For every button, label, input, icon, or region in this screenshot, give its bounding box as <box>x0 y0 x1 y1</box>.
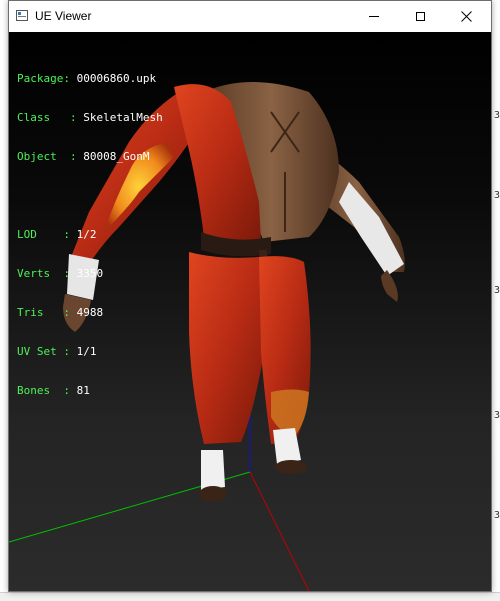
lod-line: LOD : 1/2 <box>17 228 97 241</box>
maximize-button[interactable] <box>397 1 443 32</box>
bones-value: 81 <box>76 384 90 397</box>
object-line: Object : 80008_GonM <box>17 150 150 163</box>
title-bar[interactable]: UE Viewer <box>9 1 491 32</box>
verts-value: 3350 <box>76 267 104 280</box>
uvset-line: UV Set : 1/1 <box>17 345 97 358</box>
package-line: Package: 00006860.upk <box>17 72 157 85</box>
uvset-value: 1/1 <box>76 345 97 358</box>
app-icon[interactable] <box>16 10 28 21</box>
left-sandal <box>199 486 227 502</box>
left-ankle-wrap <box>201 450 225 490</box>
tris-value: 4988 <box>76 306 104 319</box>
verts-line: Verts : 3350 <box>17 267 104 280</box>
tris-line: Tris : 4988 <box>17 306 104 319</box>
class-line: Class : SkeletalMesh <box>17 111 163 124</box>
close-button[interactable] <box>443 1 489 32</box>
maximize-icon <box>415 12 425 21</box>
object-value: 80008_GonM <box>83 150 150 163</box>
background-text: 3 <box>494 510 500 521</box>
right-sandal <box>275 460 307 474</box>
package-value: 00006860.upk <box>76 72 157 85</box>
background-text: 3 <box>494 410 500 421</box>
lod-value: 1/2 <box>76 228 97 241</box>
bones-line: Bones : 81 <box>17 384 90 397</box>
close-icon <box>460 11 472 22</box>
background-text: 3 <box>494 190 500 201</box>
mesh-info-overlay: Package: 00006860.upk Class : SkeletalMe… <box>17 46 163 423</box>
right-arm-wrap <box>339 182 404 276</box>
background-text: 3 <box>494 285 500 296</box>
x-axis-line <box>249 471 310 591</box>
3d-viewport[interactable]: Package: 00006860.upk Class : SkeletalMe… <box>9 32 491 591</box>
minimize-button[interactable] <box>351 1 397 32</box>
right-hand <box>381 270 398 302</box>
left-trouser-leg <box>189 252 264 444</box>
background-text: 3 <box>494 110 500 121</box>
window-title: UE Viewer <box>35 9 92 23</box>
minimize-icon <box>369 16 379 17</box>
class-value: SkeletalMesh <box>83 111 163 124</box>
ue-viewer-window: UE Viewer Package: 00006860.upk Class: … <box>8 0 492 592</box>
